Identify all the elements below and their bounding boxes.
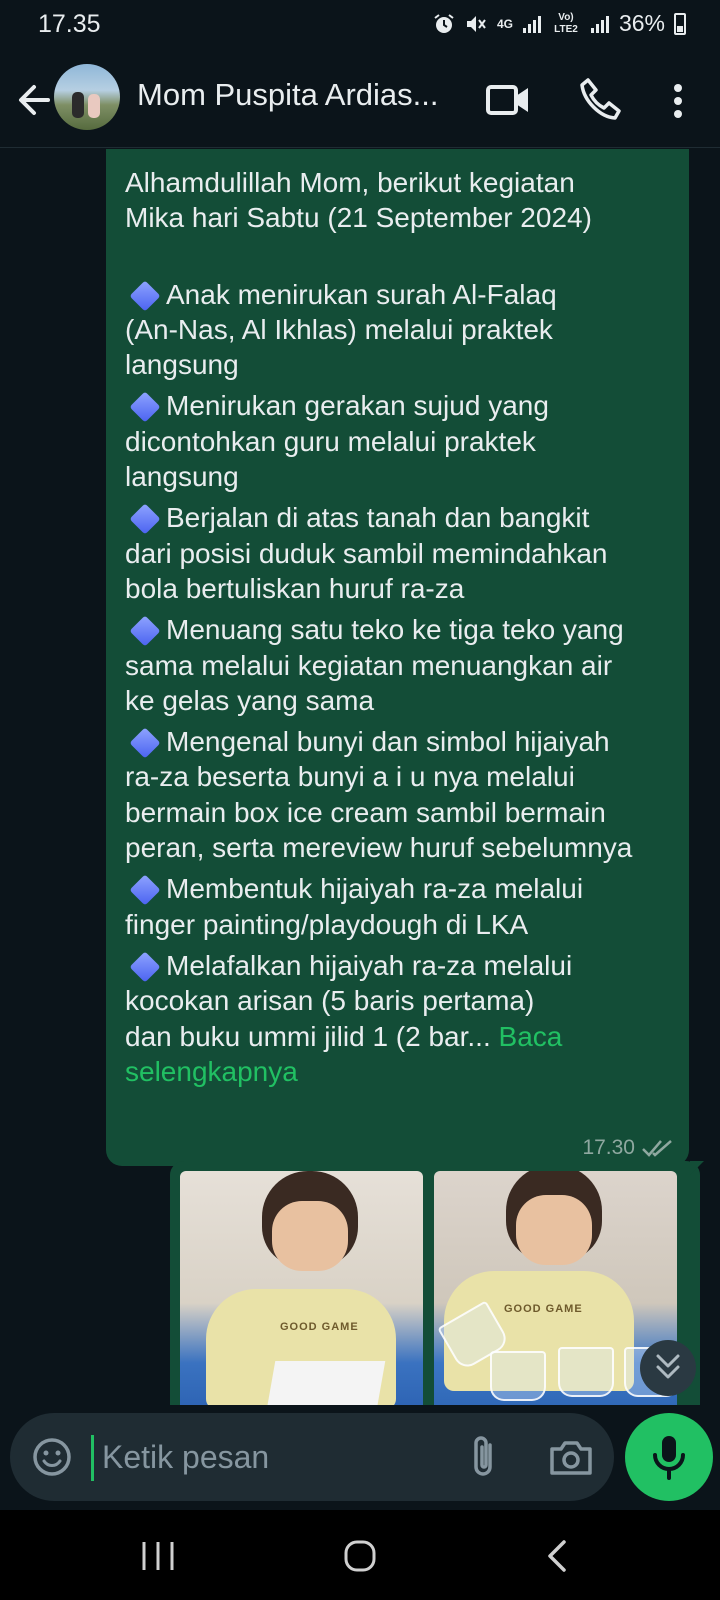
- message-line: langsung: [125, 349, 239, 381]
- phone-call-icon[interactable]: [578, 76, 622, 122]
- bullet-line: Menirukan gerakan sujud yang: [125, 388, 675, 424]
- message-line: (An-Nas, Al Ikhlas) melalui praktek: [125, 313, 553, 345]
- scroll-to-bottom-button[interactable]: [640, 1340, 696, 1396]
- blue-diamond-icon: [129, 951, 161, 983]
- attachment-icon[interactable]: [464, 1433, 504, 1481]
- message-line: Mika hari Sabtu (21 September 2024): [125, 202, 592, 234]
- message-line: Alhamdulillah Mom, berikut kegiatan: [125, 167, 575, 198]
- bullet-line: Membentuk hijaiyah ra-za melalui: [125, 871, 675, 906]
- blue-diamond-icon: [129, 503, 161, 535]
- read-more-link[interactable]: selengkapnya: [125, 1054, 675, 1089]
- message-line: finger painting/playdough di LKA: [125, 908, 529, 940]
- message-line: kocokan arisan (5 baris pertama): [125, 985, 535, 1017]
- message-input-bar: Ketik pesan: [10, 1413, 614, 1501]
- contact-avatar[interactable]: [54, 64, 120, 130]
- message-line: dan buku ummi jilid 1 (2 bar... Baca: [125, 1020, 563, 1052]
- read-more-link[interactable]: Baca: [499, 1021, 563, 1052]
- back-nav-icon[interactable]: [540, 1532, 576, 1580]
- bullet-line: Menuang satu teko ke tiga teko yang: [125, 612, 675, 647]
- status-time: 17.35: [38, 10, 101, 38]
- photo-cup: [558, 1347, 614, 1397]
- home-icon[interactable]: [336, 1532, 384, 1580]
- message-line: ke gelas yang sama: [125, 684, 375, 716]
- blue-diamond-icon: [129, 727, 161, 759]
- emoji-icon[interactable]: [30, 1435, 74, 1479]
- voice-record-button[interactable]: [625, 1413, 713, 1501]
- blue-diamond-icon: [129, 391, 161, 424]
- photo-paper: [264, 1361, 386, 1405]
- network-4g-label: 4G: [496, 16, 513, 31]
- recent-apps-icon[interactable]: [136, 1534, 180, 1578]
- blue-diamond-icon: [129, 874, 161, 906]
- more-options-icon[interactable]: [660, 78, 696, 124]
- battery-icon: [674, 12, 686, 35]
- chat-header: Mom Puspita Ardias...: [0, 52, 720, 148]
- bullet-line: Berjalan di atas tanah dan bangkit: [125, 500, 675, 535]
- network-volte-label: Vo) LTE2: [554, 11, 578, 35]
- video-call-icon[interactable]: [486, 78, 530, 122]
- shirt-print: GOOD GAME: [280, 1321, 359, 1333]
- message-line: peran, serta mereview huruf sebelumnya: [125, 832, 633, 864]
- message-bubble[interactable]: Alhamdulillah Mom, berikut kegiatan Mika…: [106, 149, 689, 1166]
- back-arrow-icon[interactable]: [14, 78, 54, 122]
- microphone-icon: [653, 1436, 685, 1480]
- double-chevron-down-icon: [656, 1354, 680, 1379]
- blue-diamond-icon: [129, 280, 161, 312]
- double-check-icon: [642, 1140, 672, 1157]
- contact-name[interactable]: Mom Puspita Ardias...: [137, 77, 447, 113]
- chat-area[interactable]: Alhamdulillah Mom, berikut kegiatan Mika…: [0, 149, 720, 1405]
- signal-icon: [522, 15, 541, 33]
- blue-diamond-icon: [129, 615, 161, 647]
- message-line: bola bertuliskan huruf ra-za: [125, 572, 465, 604]
- message-line: bermain box ice cream sambil bermain: [125, 796, 606, 828]
- photo-face: [272, 1201, 348, 1271]
- message-line: dicontohkan guru melalui praktek: [125, 425, 536, 457]
- status-bar: 17.35 4G Vo) LTE2 36%: [0, 0, 720, 52]
- text-caret: [91, 1435, 94, 1481]
- bullet-line: Anak menirukan surah Al-Falaq: [125, 277, 675, 312]
- photo-cup: [490, 1351, 546, 1401]
- photo-child-drawing[interactable]: GOOD GAME: [180, 1171, 423, 1405]
- message-input[interactable]: Ketik pesan: [102, 1439, 269, 1476]
- message-line: langsung: [125, 461, 239, 493]
- camera-icon[interactable]: [548, 1435, 594, 1479]
- photo-face: [516, 1195, 592, 1265]
- battery-percent: 36%: [618, 10, 665, 36]
- mute-icon: [466, 15, 486, 32]
- message-line: dari posisi duduk sambil memindahkan: [125, 537, 608, 569]
- message-meta: 17.30: [582, 1136, 675, 1160]
- shirt-print: GOOD GAME: [504, 1303, 583, 1315]
- message-line: ra-za beserta bunyi a i u nya melalui: [125, 761, 575, 793]
- bullet-line: Melafalkan hijaiyah ra-za melalui: [125, 948, 675, 983]
- message-line: sama melalui kegiatan menuangkan air: [125, 649, 613, 681]
- message-time: 17.30: [582, 1136, 635, 1159]
- system-navigation-bar: [0, 1510, 720, 1600]
- message-text: Alhamdulillah Mom, berikut kegiatan Mika…: [125, 165, 675, 1089]
- bullet-line: Mengenal bunyi dan simbol hijaiyah: [125, 724, 675, 759]
- signal-2-icon: [590, 15, 609, 33]
- status-icons: 4G Vo) LTE2 36%: [433, 10, 686, 37]
- alarm-icon: [434, 13, 454, 33]
